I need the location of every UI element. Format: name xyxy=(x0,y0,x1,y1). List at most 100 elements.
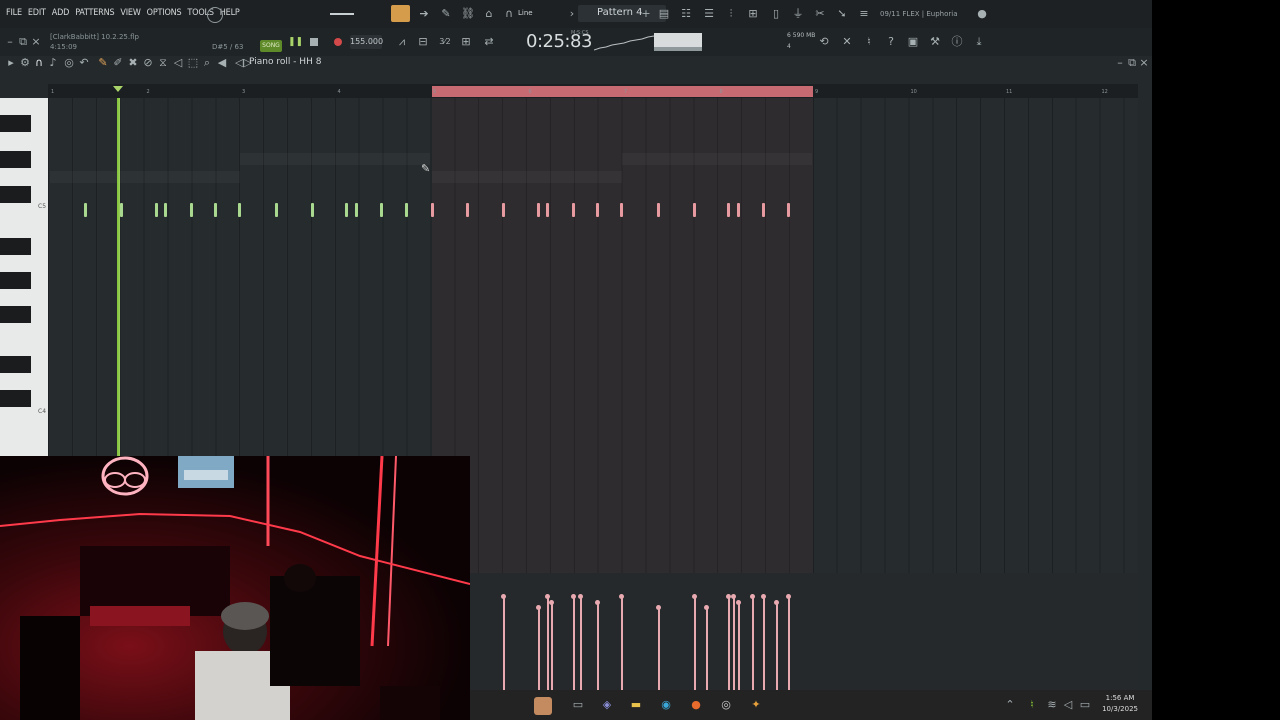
menu-patterns[interactable]: PATTERNS xyxy=(75,8,114,18)
velocity-stem[interactable] xyxy=(704,605,710,690)
playlist-icon[interactable]: ▤ xyxy=(658,8,670,20)
note[interactable] xyxy=(214,203,218,217)
black-key[interactable] xyxy=(0,151,31,168)
chevron-right-icon[interactable]: › xyxy=(566,8,578,20)
velocity-stem[interactable] xyxy=(735,600,741,690)
note[interactable] xyxy=(657,203,661,217)
blend-notes-icon[interactable]: ⊞ xyxy=(460,36,472,48)
note[interactable] xyxy=(596,203,600,217)
menu-arrow-icon[interactable]: ▸ xyxy=(5,57,17,69)
playback-icon[interactable]: ◎ xyxy=(63,57,75,69)
firefox-icon[interactable]: ● xyxy=(690,699,702,711)
wifi-icon[interactable]: ≋ xyxy=(1046,699,1058,711)
minimize-icon[interactable]: – xyxy=(4,36,16,48)
pr-restore-icon[interactable]: ⧉ xyxy=(1126,57,1138,69)
play-button[interactable]: ❚❚ xyxy=(288,37,303,47)
black-key[interactable] xyxy=(0,115,31,132)
menu-add[interactable]: ADD xyxy=(52,8,70,18)
note[interactable] xyxy=(501,203,505,217)
stamp-icon[interactable]: ⌂ xyxy=(483,8,495,20)
sliders-icon[interactable]: ⫶ xyxy=(725,8,737,20)
black-key[interactable] xyxy=(0,272,31,289)
note[interactable] xyxy=(545,203,549,217)
microphone-tray-icon[interactable]: ♮ xyxy=(1026,699,1038,711)
add-pattern-icon[interactable]: + xyxy=(640,8,652,20)
note[interactable] xyxy=(466,203,470,217)
note[interactable] xyxy=(345,203,349,217)
playhead-marker[interactable] xyxy=(112,86,123,92)
browser-icon[interactable]: ⊞ xyxy=(747,8,759,20)
note[interactable] xyxy=(238,203,242,217)
plugin-icon[interactable]: ⏚ xyxy=(792,8,804,20)
velocity-stem[interactable] xyxy=(536,605,541,690)
velocity-stem[interactable] xyxy=(571,594,577,690)
note[interactable] xyxy=(692,203,696,217)
black-key[interactable] xyxy=(0,186,31,203)
speaker-icon[interactable]: ◀ xyxy=(216,57,228,69)
slice-tool-icon[interactable]: ⧖ xyxy=(157,57,169,69)
velocity-stem[interactable] xyxy=(549,600,555,690)
taskbar-clock[interactable]: 1:56 AM 10/3/2025 xyxy=(1102,693,1138,715)
note[interactable] xyxy=(119,203,123,217)
note[interactable] xyxy=(736,203,740,217)
velocity-stem[interactable] xyxy=(749,594,755,690)
arrow-icon[interactable]: ➘ xyxy=(836,8,848,20)
note[interactable] xyxy=(380,203,384,217)
snap-mode-label[interactable]: Line xyxy=(518,9,533,17)
cut-icon[interactable]: ✕ xyxy=(841,36,853,48)
tray-chevron-up-icon[interactable]: ⌃ xyxy=(1004,699,1016,711)
note[interactable] xyxy=(787,203,791,217)
slip-tool-icon[interactable]: ◁ xyxy=(172,57,184,69)
mixer-icon[interactable]: ☰ xyxy=(703,8,715,20)
song-mode-button[interactable]: SONG xyxy=(260,40,282,52)
velocity-stem[interactable] xyxy=(691,594,697,690)
brush-tool-icon[interactable]: ✐ xyxy=(112,57,124,69)
note[interactable] xyxy=(620,203,624,217)
news-globe-icon[interactable]: ● xyxy=(976,8,988,20)
velocity-lane[interactable] xyxy=(470,573,1138,690)
zoom-tool-icon[interactable]: ⌕ xyxy=(201,57,213,69)
edge-browser-icon[interactable]: ◉ xyxy=(660,699,672,711)
close-icon[interactable]: × xyxy=(30,36,42,48)
save-icon[interactable]: ▣ xyxy=(907,36,919,48)
info-icon[interactable]: ⓘ xyxy=(951,36,963,48)
pencil-icon[interactable]: ✎ xyxy=(440,8,452,20)
select-tool-icon[interactable]: ⬚ xyxy=(187,57,199,69)
battery-icon[interactable]: ▭ xyxy=(1079,699,1091,711)
black-key[interactable] xyxy=(0,238,31,255)
note[interactable] xyxy=(431,203,434,217)
task-view-icon[interactable]: ▭ xyxy=(572,699,584,711)
note[interactable] xyxy=(572,203,576,217)
piano-roll-icon[interactable] xyxy=(391,5,410,22)
settings-icon[interactable]: ⚙ xyxy=(19,57,31,69)
stamp-tool-icon[interactable]: ♪ xyxy=(47,57,59,69)
list-icon[interactable]: ≡ xyxy=(858,8,870,20)
edison-icon[interactable]: ✂ xyxy=(814,8,826,20)
loop-region[interactable] xyxy=(432,86,813,97)
note[interactable] xyxy=(84,203,88,217)
piano-keyboard[interactable] xyxy=(0,98,48,456)
tempo-display[interactable]: 155.000 xyxy=(350,35,383,49)
note[interactable] xyxy=(537,203,540,217)
wait-input-icon[interactable]: ⊟ xyxy=(417,36,429,48)
velocity-stem[interactable] xyxy=(730,594,736,690)
magnet-icon[interactable]: ∩ xyxy=(503,8,515,20)
velocity-stem[interactable] xyxy=(726,594,732,690)
velocity-stem[interactable] xyxy=(786,594,792,690)
black-key[interactable] xyxy=(0,356,31,373)
pr-close-icon[interactable]: × xyxy=(1138,57,1150,69)
menu-edit[interactable]: EDIT xyxy=(28,8,46,18)
velocity-stem[interactable] xyxy=(500,594,506,690)
note[interactable] xyxy=(155,203,158,217)
avatar-icon[interactable] xyxy=(534,697,552,715)
countdown-icon[interactable]: 3⁄2 xyxy=(439,36,451,48)
file-explorer-icon[interactable]: ▬ xyxy=(630,699,642,711)
stop-button[interactable] xyxy=(310,38,318,46)
pr-minimize-icon[interactable]: – xyxy=(1114,57,1126,69)
delete-tool-icon[interactable]: ✖ xyxy=(127,57,139,69)
note[interactable] xyxy=(310,203,314,217)
metronome-dial-icon[interactable] xyxy=(207,7,223,23)
velocity-stem[interactable] xyxy=(544,594,550,690)
download-icon[interactable]: ⤓ xyxy=(973,36,985,48)
volume-icon[interactable]: ◁ xyxy=(1062,699,1074,711)
